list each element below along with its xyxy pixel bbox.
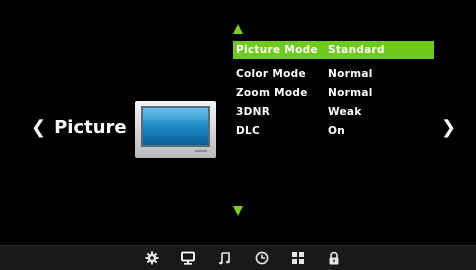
menu-row-value: Standard [328,44,385,56]
scroll-up-arrow-icon[interactable] [233,24,243,34]
tv-picture-icon [135,101,216,158]
prev-section-nav[interactable]: ❮ Picture [31,119,127,137]
menu-row-value: Normal [328,87,373,99]
menu-row-label: Color Mode [236,68,306,80]
menu-row-dlc[interactable]: DLC On [233,121,434,140]
picture-settings-menu: Picture Mode Standard Color Mode Normal … [233,41,434,140]
menu-row-label: DLC [236,125,261,137]
music-note-icon[interactable] [218,251,232,265]
menu-row-3dnr[interactable]: 3DNR Weak [233,102,434,121]
scroll-down-arrow-icon[interactable] [233,206,243,216]
menu-row-zoom-mode[interactable]: Zoom Mode Normal [233,83,434,102]
chevron-left-icon[interactable]: ❮ [31,119,46,137]
monitor-icon[interactable] [181,251,195,265]
tv-osd-screen: Picture Mode Standard Color Mode Normal … [0,0,476,270]
menu-row-label: Picture Mode [236,44,318,56]
settings-gear-icon[interactable] [145,251,159,265]
bottom-menu-bar [0,245,476,270]
section-title: Picture [54,117,127,138]
menu-row-picture-mode[interactable]: Picture Mode Standard [233,41,434,59]
menu-row-value: On [328,125,346,137]
grid-icon[interactable] [291,251,305,265]
menu-row-value: Normal [328,68,373,80]
menu-row-label: 3DNR [236,106,271,118]
menu-row-value: Weak [328,106,362,118]
menu-row-color-mode[interactable]: Color Mode Normal [233,64,434,83]
clock-icon[interactable] [255,251,269,265]
chevron-right-icon[interactable]: ❯ [441,119,456,137]
menu-row-label: Zoom Mode [236,87,308,99]
lock-icon[interactable] [327,251,341,265]
